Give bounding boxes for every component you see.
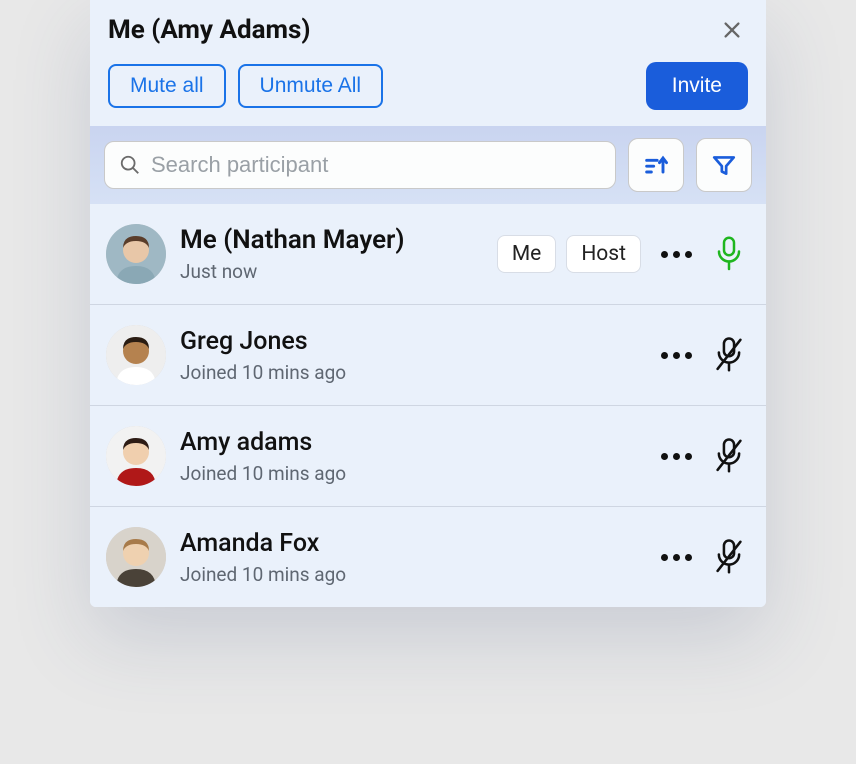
mic-status[interactable] bbox=[712, 234, 746, 274]
participant-name: Me (Nathan Mayer) bbox=[180, 225, 483, 256]
search-row bbox=[90, 126, 766, 204]
microphone-off-icon bbox=[712, 336, 746, 374]
panel-title: Me (Amy Adams) bbox=[108, 15, 311, 45]
participant-name: Amy adams bbox=[180, 428, 641, 458]
sort-button[interactable] bbox=[628, 138, 684, 192]
participant-row: Amy adams Joined 10 mins ago bbox=[90, 405, 766, 506]
search-icon bbox=[119, 154, 141, 176]
microphone-on-icon bbox=[714, 235, 744, 273]
mic-status[interactable] bbox=[712, 537, 746, 577]
avatar-image bbox=[106, 527, 166, 587]
avatar bbox=[106, 426, 166, 486]
participant-name: Greg Jones bbox=[180, 327, 641, 357]
participant-subtext: Just now bbox=[180, 260, 483, 283]
more-button[interactable] bbox=[655, 346, 698, 365]
avatar bbox=[106, 527, 166, 587]
participant-info: Amanda Fox Joined 10 mins ago bbox=[180, 529, 641, 586]
unmute-all-button[interactable]: Unmute All bbox=[238, 64, 384, 108]
avatar-image bbox=[106, 426, 166, 486]
me-badge: Me bbox=[497, 235, 556, 273]
more-button[interactable] bbox=[655, 245, 698, 264]
participant-info: Amy adams Joined 10 mins ago bbox=[180, 428, 641, 485]
host-badge: Host bbox=[566, 235, 641, 273]
more-button[interactable] bbox=[655, 447, 698, 466]
filter-icon bbox=[711, 152, 737, 178]
participant-info: Me (Nathan Mayer) Just now bbox=[180, 225, 483, 283]
mute-all-button[interactable]: Mute all bbox=[108, 64, 226, 108]
participant-subtext: Joined 10 mins ago bbox=[180, 361, 641, 384]
participants-panel: Me (Amy Adams) Mute all Unmute All Invit… bbox=[90, 0, 766, 607]
filter-button[interactable] bbox=[696, 138, 752, 192]
participant-row: Me (Nathan Mayer) Just now Me Host bbox=[90, 204, 766, 304]
search-box[interactable] bbox=[104, 141, 616, 189]
participant-row: Amanda Fox Joined 10 mins ago bbox=[90, 506, 766, 607]
more-button[interactable] bbox=[655, 548, 698, 567]
avatar bbox=[106, 224, 166, 284]
participant-badges: Me Host bbox=[497, 235, 641, 273]
sort-icon bbox=[642, 151, 670, 179]
participant-name: Amanda Fox bbox=[180, 529, 641, 559]
participant-list: Me (Nathan Mayer) Just now Me Host Greg J… bbox=[90, 204, 766, 607]
microphone-off-icon bbox=[712, 437, 746, 475]
avatar-image bbox=[106, 224, 166, 284]
search-input[interactable] bbox=[151, 152, 601, 178]
participant-subtext: Joined 10 mins ago bbox=[180, 462, 641, 485]
participant-subtext: Joined 10 mins ago bbox=[180, 563, 641, 586]
close-icon bbox=[721, 19, 743, 41]
invite-button[interactable]: Invite bbox=[646, 62, 748, 110]
panel-header: Me (Amy Adams) Mute all Unmute All Invit… bbox=[90, 0, 766, 120]
avatar bbox=[106, 325, 166, 385]
mic-status[interactable] bbox=[712, 335, 746, 375]
avatar-image bbox=[106, 325, 166, 385]
microphone-off-icon bbox=[712, 538, 746, 576]
participant-info: Greg Jones Joined 10 mins ago bbox=[180, 327, 641, 384]
close-button[interactable] bbox=[716, 14, 748, 46]
participant-row: Greg Jones Joined 10 mins ago bbox=[90, 304, 766, 405]
mic-status[interactable] bbox=[712, 436, 746, 476]
